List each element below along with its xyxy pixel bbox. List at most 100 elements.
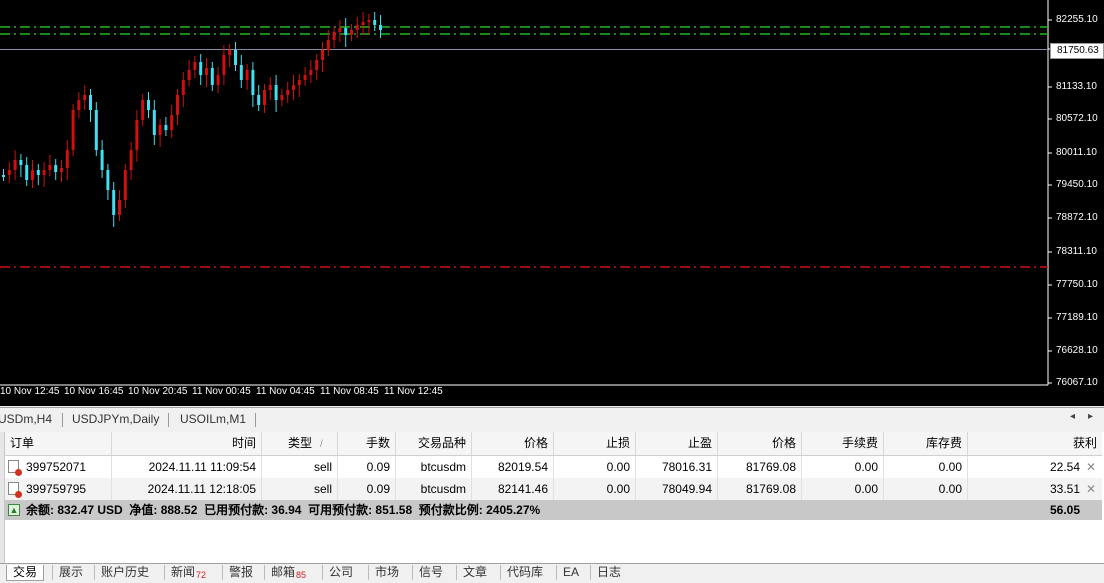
col-header-swap[interactable]: 库存费 — [883, 432, 967, 455]
candle-body — [274, 85, 278, 100]
candle-body — [228, 50, 232, 55]
price-axis-label: 78311.10 — [1056, 246, 1097, 257]
scroll-left-icon[interactable]: ◂ — [1070, 411, 1075, 422]
col-header-tp[interactable]: 止盈 — [635, 432, 717, 455]
candle-body — [89, 95, 92, 110]
terminal-tab-label: 公司 — [329, 565, 354, 579]
candle-body — [48, 165, 52, 170]
time-axis-label: 11 Nov 00:45 — [192, 386, 251, 397]
candle-body — [112, 190, 116, 215]
chart-tab-usdm-h4[interactable]: USDm,H4 — [0, 412, 52, 426]
terminal-tab-1[interactable]: 展示 — [52, 565, 89, 580]
cell-tp[interactable]: 78016.31 — [635, 456, 717, 478]
candle-body — [210, 68, 214, 85]
terminal-tab-5[interactable]: 邮箱85 — [264, 565, 312, 580]
terminal-tab-4[interactable]: 警报 — [222, 565, 259, 580]
candle-body — [164, 125, 168, 130]
terminal-tab-2[interactable]: 账户历史 — [94, 565, 155, 580]
candle-body — [42, 170, 46, 175]
col-header-time[interactable]: 时间 — [111, 432, 261, 455]
candle-body — [94, 110, 98, 150]
candle-body — [118, 200, 121, 215]
cell-order: 399759795 — [26, 482, 87, 496]
price-axis-label: 77750.10 — [1056, 279, 1098, 290]
terminal-tab-3[interactable]: 新闻72 — [164, 565, 212, 580]
candle-body — [83, 95, 87, 100]
cell-symbol: btcusdm — [395, 456, 471, 478]
candle-body — [222, 55, 226, 75]
cell-sl[interactable]: 0.00 — [553, 478, 635, 500]
candle-body — [216, 75, 220, 85]
candle-body — [367, 20, 371, 22]
cell-volume: 0.09 — [337, 478, 395, 500]
candle-body — [286, 90, 290, 95]
col-header-symbol[interactable]: 交易品种 — [395, 432, 471, 455]
cell-swap: 0.00 — [883, 456, 967, 478]
table-row[interactable]: 399759795 2024.11.11 12:18:05 sell 0.09 … — [5, 478, 1102, 500]
price-axis-label: 82255.10 — [1056, 14, 1098, 25]
candle-body — [152, 110, 156, 135]
chart-tab-usoilm-m1[interactable]: USOILm,M1 — [180, 412, 246, 426]
time-axis-label: 10 Nov 20:45 — [128, 386, 188, 397]
table-row[interactable]: 399752071 2024.11.11 11:09:54 sell 0.09 … — [5, 456, 1102, 478]
col-header-sl[interactable]: 止损 — [553, 432, 635, 455]
candle-body — [13, 160, 17, 170]
terminal-tabs: 交易 展示 账户历史 新闻72 警报 邮箱85 公司 市场 信号 文章 代码库 EA 日志 — [0, 563, 1104, 581]
cell-sl[interactable]: 0.00 — [553, 456, 635, 478]
terminal-tab-label: 展示 — [59, 565, 84, 579]
price-axis-label: 77189.10 — [1056, 312, 1098, 323]
col-header-type[interactable]: 类型 / — [261, 432, 337, 455]
candle-body — [19, 160, 23, 165]
candle-body — [205, 68, 208, 75]
candle-body — [326, 40, 330, 50]
sort-indicator-icon: / — [320, 439, 323, 450]
candle-body — [170, 115, 174, 130]
candle-body — [36, 170, 40, 175]
cell-tp[interactable]: 78049.94 — [635, 478, 717, 500]
candle-body — [158, 125, 162, 135]
terminal-tab-7[interactable]: 市场 — [368, 565, 405, 580]
candle-body — [245, 70, 249, 80]
terminal-tab-label: 文章 — [463, 565, 488, 579]
cell-price: 82019.54 — [471, 456, 553, 478]
terminal-tab-8[interactable]: 信号 — [412, 565, 449, 580]
candle-body — [2, 175, 5, 177]
candle-body — [31, 170, 34, 180]
candle-body — [129, 150, 133, 170]
candle-body — [379, 25, 382, 30]
terminal-tab-11[interactable]: EA — [556, 565, 585, 580]
col-header-price[interactable]: 价格 — [471, 432, 553, 455]
candle-body — [257, 95, 261, 105]
candle-body — [106, 170, 110, 190]
price-chart[interactable]: 82255.1081693.1181133.1080572.1080011.10… — [0, 0, 1104, 406]
close-position-icon[interactable]: ✕ — [1086, 478, 1096, 500]
candlestick-plot[interactable] — [0, 0, 1104, 406]
chart-tab-usdjpym-daily[interactable]: USDJPYm,Daily — [72, 412, 159, 426]
terminal-tab-9[interactable]: 文章 — [456, 565, 493, 580]
candle-body — [338, 28, 342, 32]
cell-current-price: 81769.08 — [717, 456, 801, 478]
col-header-volume[interactable]: 手数 — [337, 432, 395, 455]
col-header-order[interactable]: 订单 — [5, 432, 111, 455]
terminal-tab-label: 新闻 — [171, 565, 196, 579]
close-position-icon[interactable]: ✕ — [1086, 456, 1096, 478]
cell-current-price: 81769.08 — [717, 478, 801, 500]
total-profit: 56.05 — [1049, 503, 1080, 517]
scroll-right-icon[interactable]: ▸ — [1088, 411, 1093, 422]
terminal-tab-6[interactable]: 公司 — [322, 565, 359, 580]
terminal-tab-12[interactable]: 日志 — [590, 565, 627, 580]
tab-divider — [62, 413, 63, 427]
price-axis-label: 79450.10 — [1056, 179, 1098, 190]
cell-commission: 0.00 — [801, 478, 883, 500]
col-header-current-price[interactable]: 价格 — [717, 432, 801, 455]
time-axis-label: 11 Nov 12:45 — [384, 386, 443, 397]
col-header-profit[interactable]: 获利 — [967, 432, 1102, 455]
candle-body — [181, 80, 185, 95]
cell-commission: 0.00 — [801, 456, 883, 478]
candle-body — [373, 20, 377, 25]
candle-body — [350, 30, 353, 35]
terminal-tab-10[interactable]: 代码库 — [500, 565, 549, 580]
terminal-tab-label: 交易 — [13, 565, 38, 579]
account-up-arrow-icon: ▲ — [8, 504, 20, 516]
col-header-commission[interactable]: 手续费 — [801, 432, 883, 455]
